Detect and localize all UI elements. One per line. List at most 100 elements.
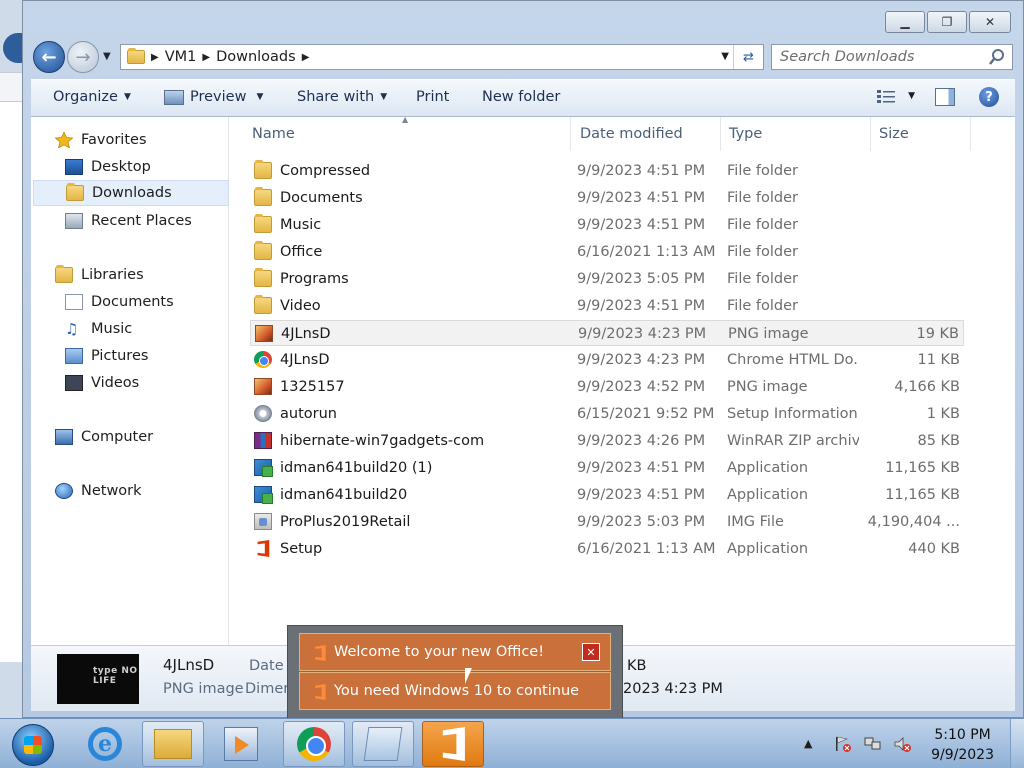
file-row[interactable]: Documents 9/9/2023 4:51 PM File folder: [250, 185, 964, 211]
column-header-size[interactable]: Size: [871, 117, 971, 151]
column-size-label: Size: [879, 126, 909, 142]
taskbar-windows-explorer[interactable]: [142, 721, 204, 767]
content-area: Favorites Desktop Downloads Recent Place…: [31, 115, 1015, 645]
explorer-window: ▁ ❐ ✕ ← → ▼ ▶ VM1 ▶ Downloads ▶ ▼ ⇄ Sear…: [22, 0, 1024, 718]
breadcrumb-downloads[interactable]: Downloads: [216, 49, 296, 65]
column-header-type[interactable]: Type: [721, 117, 871, 151]
address-bar[interactable]: ▶ VM1 ▶ Downloads ▶ ▼ ⇄: [120, 44, 764, 70]
nav-music[interactable]: ♫ Music: [65, 316, 132, 342]
file-row[interactable]: hibernate-win7gadgets-com 9/9/2023 4:26 P…: [250, 428, 964, 454]
share-with-menu[interactable]: Share with ▼: [297, 89, 387, 105]
media-player-icon: [224, 727, 258, 761]
view-options-chevron-icon[interactable]: ▼: [908, 91, 915, 101]
file-date-modified: 6/15/2021 9:52 PM: [577, 406, 715, 422]
back-button[interactable]: ←: [33, 41, 65, 73]
file-row[interactable]: 4JLnsD 9/9/2023 4:23 PM Chrome HTML Do... 1…: [250, 347, 964, 373]
nav-computer[interactable]: Computer: [55, 424, 153, 450]
file-type: File folder: [727, 217, 798, 233]
notification-welcome[interactable]: Welcome to your new Office! ✕: [299, 633, 611, 671]
action-center-flag-icon[interactable]: [834, 736, 852, 752]
forward-button[interactable]: →: [67, 41, 99, 73]
file-size: 85 KB: [917, 433, 960, 449]
new-folder-button[interactable]: New folder: [482, 89, 560, 105]
file-row[interactable]: Setup 6/16/2021 1:13 AM Application 440 KB: [250, 536, 964, 562]
change-view-icon[interactable]: [877, 89, 895, 105]
preview-label: Preview: [190, 89, 247, 105]
search-icon[interactable]: [988, 48, 1006, 66]
taskbar-notepad[interactable]: [352, 721, 414, 767]
nav-desktop[interactable]: Desktop: [65, 154, 151, 180]
file-row[interactable]: 4JLnsD 9/9/2023 4:23 PM PNG image 19 KB: [250, 320, 964, 346]
nav-documents[interactable]: Documents: [65, 289, 174, 315]
address-dropdown-icon[interactable]: ▼: [721, 51, 729, 62]
office-icon: [315, 645, 326, 661]
breadcrumb-separator-icon[interactable]: ▶: [302, 52, 310, 63]
column-date-label: Date modified: [580, 126, 683, 142]
file-date-modified: 9/9/2023 4:51 PM: [577, 460, 706, 476]
organize-menu[interactable]: Organize ▼: [53, 89, 131, 105]
taskbar-media-player[interactable]: [210, 721, 272, 767]
file-date-modified: 9/9/2023 4:26 PM: [577, 433, 706, 449]
clock-time: 5:10 PM: [934, 727, 991, 743]
nav-network-label: Network: [81, 483, 142, 499]
setupinfo-icon: [254, 405, 272, 422]
notification-windows-text: You need Windows 10 to continue: [334, 683, 580, 699]
file-row[interactable]: Programs 9/9/2023 5:05 PM File folder: [250, 266, 964, 292]
nav-downloads[interactable]: Downloads: [33, 180, 229, 206]
file-row[interactable]: Compressed 9/9/2023 4:51 PM File folder: [250, 158, 964, 184]
column-header-name[interactable]: Name: [230, 117, 571, 151]
print-button[interactable]: Print: [416, 89, 449, 105]
search-input[interactable]: Search Downloads: [771, 44, 1013, 70]
nav-pictures[interactable]: Pictures: [65, 343, 148, 369]
taskbar-internet-explorer[interactable]: e: [74, 721, 136, 767]
notification-welcome-text: Welcome to your new Office!: [334, 644, 545, 660]
volume-muted-icon[interactable]: [894, 736, 912, 752]
taskbar-chrome[interactable]: [283, 721, 345, 767]
show-desktop-button[interactable]: [1010, 719, 1024, 768]
taskbar-office-setup[interactable]: [422, 721, 484, 767]
file-row[interactable]: Office 6/16/2021 1:13 AM File folder: [250, 239, 964, 265]
nav-recent-places[interactable]: Recent Places: [65, 208, 192, 234]
file-name: Setup: [280, 541, 323, 557]
file-name: Documents: [280, 190, 363, 206]
file-row[interactable]: ProPlus2019Retail 9/9/2023 5:03 PM IMG Fil…: [250, 509, 964, 535]
nav-network[interactable]: Network: [55, 478, 142, 504]
minimize-button[interactable]: ▁: [885, 11, 925, 33]
close-button[interactable]: ✕: [969, 11, 1011, 33]
network-status-icon[interactable]: [864, 736, 882, 752]
file-row[interactable]: autorun 6/15/2021 9:52 PM Setup Informatio…: [250, 401, 964, 427]
file-row[interactable]: idman641build20 9/9/2023 4:51 PM Applicati…: [250, 482, 964, 508]
file-date-modified: 9/9/2023 4:51 PM: [577, 190, 706, 206]
notification-windows-required[interactable]: You need Windows 10 to continue: [299, 672, 611, 710]
column-header-date[interactable]: Date modified: [571, 117, 721, 151]
breadcrumb-separator-icon[interactable]: ▶: [202, 52, 210, 63]
start-button[interactable]: [12, 724, 54, 766]
navigation-bar: ← → ▼ ▶ VM1 ▶ Downloads ▶ ▼ ⇄ Search Dow…: [33, 39, 1013, 75]
file-name: 1325157: [280, 379, 345, 395]
office-icon: [257, 540, 270, 557]
file-row[interactable]: Video 9/9/2023 4:51 PM File folder: [250, 293, 964, 319]
show-hidden-icons-icon[interactable]: ▲: [804, 736, 822, 752]
breadcrumb-vm1[interactable]: VM1: [165, 49, 197, 65]
maximize-button[interactable]: ❐: [927, 11, 967, 33]
nav-libraries[interactable]: Libraries: [55, 262, 144, 288]
file-row[interactable]: Music 9/9/2023 4:51 PM File folder: [250, 212, 964, 238]
refresh-button[interactable]: ⇄: [733, 45, 763, 69]
recent-pages-dropdown[interactable]: ▼: [103, 51, 111, 62]
idman-icon: [254, 486, 273, 504]
preview-pane-icon[interactable]: [935, 88, 955, 106]
chevron-down-icon: ▼: [123, 92, 131, 102]
breadcrumb-separator-icon[interactable]: ▶: [151, 52, 159, 63]
nav-favorites[interactable]: Favorites: [55, 127, 147, 153]
file-row[interactable]: 1325157 9/9/2023 4:52 PM PNG image 4,166 KB: [250, 374, 964, 400]
file-name: hibernate-win7gadgets-com: [280, 433, 485, 449]
file-date-modified: 9/9/2023 4:23 PM: [577, 352, 706, 368]
nav-videos[interactable]: Videos: [65, 370, 139, 396]
file-row[interactable]: idman641build20 (1) 9/9/2023 4:51 PM Appli…: [250, 455, 964, 481]
help-icon[interactable]: ?: [979, 87, 999, 107]
system-clock[interactable]: 5:10 PM 9/9/2023: [931, 725, 994, 765]
preview-menu[interactable]: Preview ▼: [164, 89, 263, 105]
notification-close-button[interactable]: ✕: [582, 643, 600, 661]
details-file-name: 4JLnsD: [163, 656, 215, 674]
back-arrow-icon: ←: [41, 46, 57, 68]
